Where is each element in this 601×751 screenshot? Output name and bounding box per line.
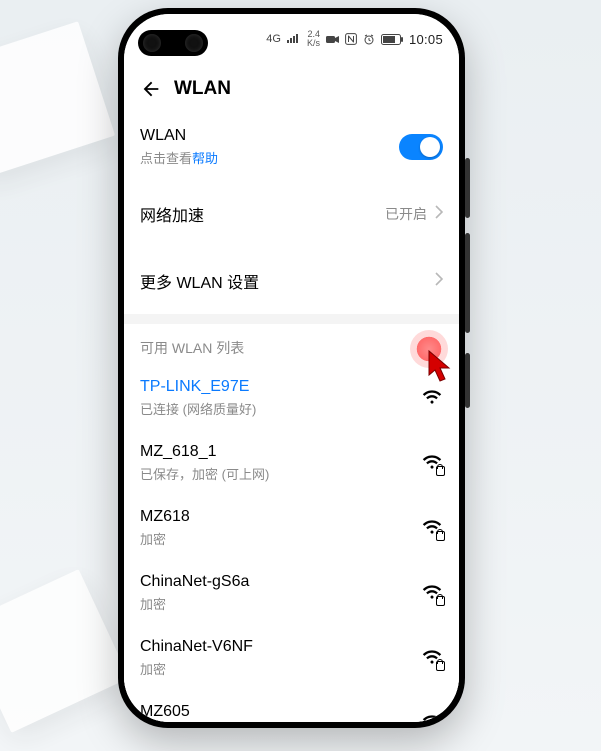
network-accel-row[interactable]: 网络加速 已开启: [124, 180, 459, 247]
video-icon: [326, 35, 339, 44]
side-button: [465, 233, 470, 333]
bg-card: [0, 569, 129, 733]
content[interactable]: WLAN 点击查看帮助 网络加速 已开启: [124, 114, 459, 722]
network-status: 加密: [140, 529, 190, 548]
network-name: MZ605: [140, 703, 190, 721]
network-gen-label: 4G: [266, 33, 281, 45]
help-link[interactable]: 帮助: [192, 151, 218, 166]
clock: 10:05: [409, 32, 443, 47]
network-row[interactable]: ChinaNet-gS6a 加密: [124, 560, 459, 625]
network-status: 已保存，加密 (可上网): [140, 464, 269, 483]
available-wlan-header: 可用 WLAN 列表: [124, 324, 459, 366]
more-label: 更多 WLAN 设置: [140, 269, 259, 293]
network-name: ChinaNet-gS6a: [140, 573, 249, 591]
wifi-icon: [421, 582, 443, 604]
network-name: MZ618: [140, 508, 190, 526]
network-row[interactable]: MZ605加密: [124, 690, 459, 722]
arrow-left-icon: [140, 78, 162, 100]
signal-icon: [287, 34, 301, 44]
network-row[interactable]: ChinaNet-V6NF 加密: [124, 625, 459, 690]
page-title: WLAN: [174, 78, 231, 100]
wlan-toggle-row[interactable]: WLAN 点击查看帮助: [124, 114, 459, 180]
chevron-right-icon: [435, 272, 443, 291]
network-status: 已连接 (网络质量好): [140, 399, 256, 418]
screen: 4G 2.4K/s 10:05: [124, 14, 459, 722]
side-button: [465, 353, 470, 408]
camera-cutout: [138, 30, 208, 56]
wifi-icon: [421, 452, 443, 474]
network-row[interactable]: TP-LINK_E97E 已连接 (网络质量好): [124, 366, 459, 430]
wifi-icon: [421, 712, 443, 722]
battery-icon: [381, 34, 403, 45]
wifi-icon: [421, 647, 443, 669]
app-header: WLAN: [124, 64, 459, 114]
wlan-label: WLAN: [140, 127, 218, 145]
accel-label: 网络加速: [140, 202, 204, 226]
network-list: TP-LINK_E97E 已连接 (网络质量好) MZ_618_1 已保存，加密 (可…: [124, 366, 459, 722]
chevron-right-icon: [435, 205, 443, 224]
nfc-icon: [345, 33, 357, 45]
wlan-sub: 点击查看帮助: [140, 148, 218, 167]
net-speed: 2.4K/s: [307, 30, 320, 48]
stage: 4G 2.4K/s 10:05: [0, 0, 601, 751]
network-name: TP-LINK_E97E: [140, 378, 256, 396]
wlan-switch[interactable]: [399, 134, 443, 160]
network-name: ChinaNet-V6NF: [140, 638, 253, 656]
network-row[interactable]: MZ618 加密: [124, 495, 459, 560]
back-button[interactable]: [138, 76, 164, 102]
side-button: [465, 158, 470, 218]
section-divider: [124, 314, 459, 324]
bg-card: [0, 21, 115, 178]
alarm-icon: [363, 33, 375, 45]
phone-frame: 4G 2.4K/s 10:05: [118, 8, 465, 728]
wifi-icon: [421, 387, 443, 409]
network-name: MZ_618_1: [140, 443, 269, 461]
wifi-icon: [421, 517, 443, 539]
more-wlan-row[interactable]: 更多 WLAN 设置: [124, 247, 459, 314]
accel-status: 已开启: [385, 204, 427, 224]
network-row[interactable]: MZ_618_1 已保存，加密 (可上网): [124, 430, 459, 495]
network-status: 加密: [140, 659, 253, 678]
network-status: 加密: [140, 594, 249, 613]
